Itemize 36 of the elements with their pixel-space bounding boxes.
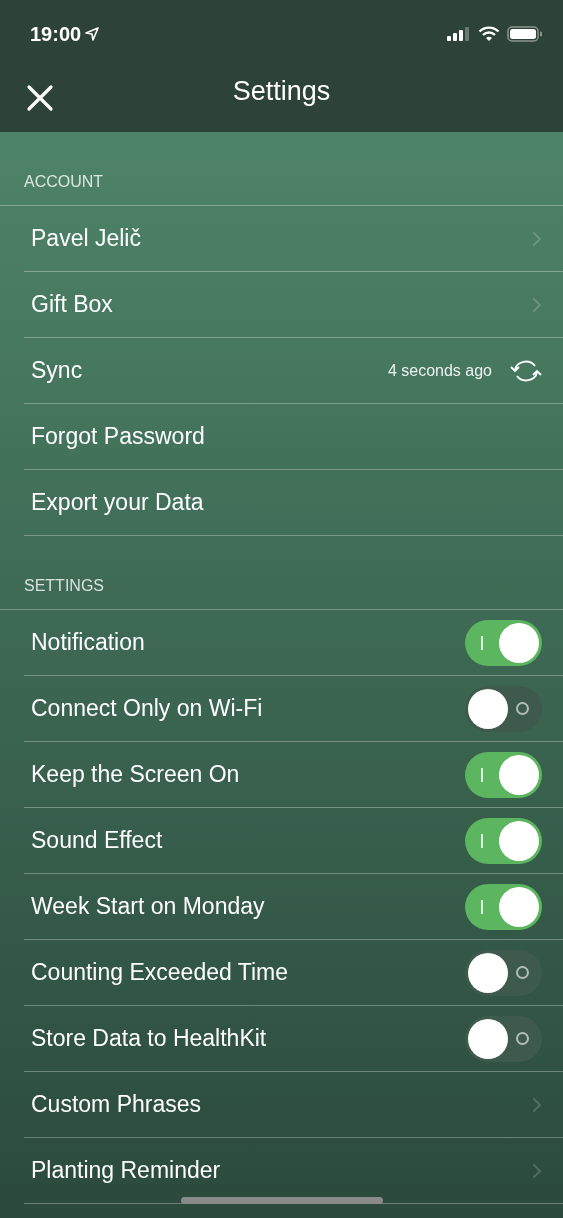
screen-title: Settings [232, 74, 331, 108]
toggle-switch[interactable] [465, 817, 542, 864]
settings-item[interactable]: Connect Only on Wi-Fi [31, 691, 263, 726]
section-header: ACCOUNT [24, 172, 104, 192]
settings-item[interactable]: Gift Box [31, 287, 113, 322]
settings-item[interactable]: Counting Exceeded Time [31, 955, 288, 990]
toggle-switch[interactable] [465, 619, 542, 666]
settings-item[interactable]: Sound Effect [31, 823, 163, 858]
settings-item[interactable]: Planting Reminder [31, 1153, 221, 1188]
status-time: 19:00 [30, 22, 82, 47]
wifi-icon [478, 26, 500, 42]
toggle-switch[interactable] [465, 949, 542, 996]
settings-item[interactable]: Keep the Screen On [31, 757, 240, 792]
settings-item[interactable]: Notification [31, 625, 145, 660]
toggle-switch[interactable] [465, 1015, 542, 1062]
battery-icon [507, 26, 543, 42]
settings-item[interactable]: Custom Phrases [31, 1087, 201, 1122]
signal-icon [447, 27, 471, 41]
chevron-right-icon [532, 230, 542, 247]
settings-item[interactable]: Store Data to HealthKit [31, 1021, 267, 1056]
sync-status: 4 seconds ago [387, 360, 492, 381]
settings-item[interactable]: Forgot Password [31, 419, 205, 454]
toggle-switch[interactable] [465, 883, 542, 930]
chevron-right-icon [532, 1096, 542, 1113]
settings-item[interactable]: Sync [31, 353, 83, 388]
settings-item[interactable]: Pavel Jelič [31, 221, 141, 256]
close-icon [26, 84, 54, 112]
location-arrow-icon [85, 27, 100, 41]
toggle-switch[interactable] [465, 751, 542, 798]
section-header: SETTINGS [24, 576, 104, 596]
toggle-switch[interactable] [465, 685, 542, 732]
close-button[interactable] [26, 84, 54, 112]
settings-item[interactable]: Week Start on Monday [31, 889, 265, 924]
chevron-right-icon [532, 296, 542, 313]
chevron-right-icon [532, 1162, 542, 1179]
settings-item[interactable]: Export your Data [31, 485, 204, 520]
